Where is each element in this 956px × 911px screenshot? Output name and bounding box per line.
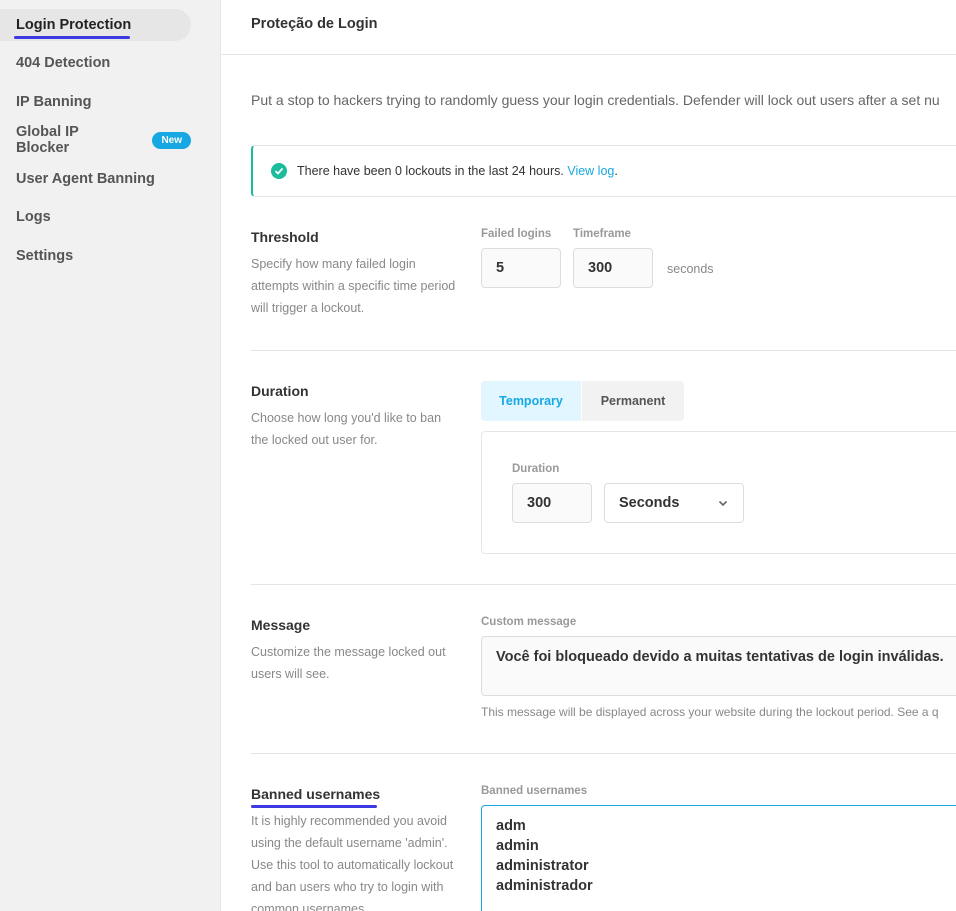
custom-message-value: Você foi bloqueado devido a muitas tenta… xyxy=(496,649,944,665)
failed-logins-input[interactable]: 5 xyxy=(481,248,561,288)
new-badge: New xyxy=(152,131,191,149)
banned-usernames-title: Banned usernames xyxy=(251,786,381,802)
sidebar-item-label: IP Banning xyxy=(16,94,92,110)
duration-unit-value: Seconds xyxy=(619,495,680,511)
lockout-notice: There have been 0 lockouts in the last 2… xyxy=(251,145,956,197)
custom-message-hint: This message will be displayed across yo… xyxy=(481,705,939,719)
sidebar-item-global-ip-blocker[interactable]: Global IP Blocker New xyxy=(0,124,191,156)
notice-text: There have been 0 lockouts in the last 2… xyxy=(297,164,564,178)
sidebar: Login Protection 404 Detection IP Bannin… xyxy=(0,0,221,911)
tab-permanent[interactable]: Permanent xyxy=(582,381,684,421)
failed-logins-label: Failed logins xyxy=(481,228,552,240)
active-underline xyxy=(14,36,130,39)
sidebar-item-label: User Agent Banning xyxy=(16,171,155,187)
sidebar-item-login-protection[interactable]: Login Protection xyxy=(0,9,191,41)
banned-username-line: administrator xyxy=(496,858,589,874)
sidebar-item-404-detection[interactable]: 404 Detection xyxy=(0,47,191,79)
sidebar-item-label: 404 Detection xyxy=(16,55,111,71)
sidebar-item-label: Logs xyxy=(16,209,51,225)
timeframe-unit: seconds xyxy=(667,262,714,276)
timeframe-label: Timeframe xyxy=(573,228,631,240)
banned-usernames-label: Banned usernames xyxy=(481,785,588,797)
sidebar-item-ip-banning[interactable]: IP Banning xyxy=(0,86,191,118)
notice-suffix: . xyxy=(614,164,618,178)
sidebar-item-label: Settings xyxy=(16,248,74,264)
check-circle-icon xyxy=(271,163,287,179)
intro-text: Put a stop to hackers trying to randomly… xyxy=(251,92,940,108)
custom-message-textarea[interactable]: Você foi bloqueado devido a muitas tenta… xyxy=(481,636,956,696)
sidebar-item-label: Global IP Blocker xyxy=(16,124,79,156)
banned-username-line: adm xyxy=(496,818,526,834)
sidebar-item-settings[interactable]: Settings xyxy=(0,240,191,272)
duration-description: Choose how long you'd like to ban the lo… xyxy=(251,411,442,447)
tab-temporary[interactable]: Temporary xyxy=(481,381,581,421)
banned-username-line: admin xyxy=(496,838,539,854)
message-title: Message xyxy=(251,617,311,633)
page-header: Proteção de Login xyxy=(221,0,956,55)
sidebar-item-user-agent-banning[interactable]: User Agent Banning xyxy=(0,163,191,195)
timeframe-input[interactable]: 300 xyxy=(573,248,653,288)
duration-input[interactable]: 300 xyxy=(512,483,592,523)
duration-title: Duration xyxy=(251,383,309,399)
duration-unit-select[interactable]: Seconds xyxy=(604,483,744,523)
title-underline xyxy=(251,805,377,808)
custom-message-label: Custom message xyxy=(481,616,577,628)
message-description: Customize the message locked out users w… xyxy=(251,645,446,681)
main-content: Proteção de Login Put a stop to hackers … xyxy=(221,0,956,911)
view-log-link[interactable]: View log xyxy=(567,164,614,178)
sidebar-item-label: Login Protection xyxy=(16,17,132,33)
chevron-down-icon xyxy=(717,497,729,513)
duration-label: Duration xyxy=(512,463,560,475)
divider xyxy=(251,350,956,351)
banned-usernames-textarea[interactable]: adm admin administrator administrador xyxy=(481,805,956,911)
threshold-description: Specify how many failed login attempts w… xyxy=(251,257,456,315)
sidebar-item-logs[interactable]: Logs xyxy=(0,201,191,233)
threshold-title: Threshold xyxy=(251,229,319,245)
banned-username-line: administrador xyxy=(496,878,593,894)
divider xyxy=(251,753,956,754)
divider xyxy=(251,584,956,585)
banned-usernames-description: It is highly recommended you avoid using… xyxy=(251,814,454,911)
page-title: Proteção de Login xyxy=(251,16,378,32)
